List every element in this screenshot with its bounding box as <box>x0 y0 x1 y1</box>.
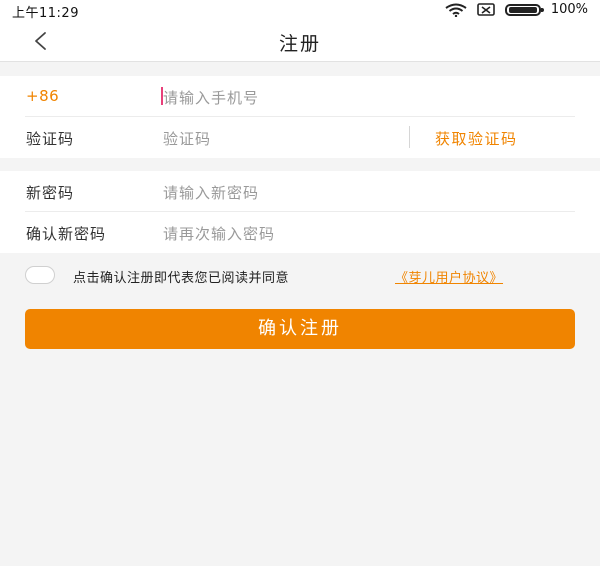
phone-input[interactable]: 请输入手机号 <box>163 87 259 108</box>
code-input[interactable]: 验证码 <box>163 128 211 149</box>
confirm-password-input[interactable]: 请再次输入密码 <box>163 223 275 244</box>
new-password-input[interactable]: 请输入新密码 <box>163 182 259 203</box>
phone-verification-group: +86 请输入手机号 验证码 验证码 获取验证码 <box>0 76 600 158</box>
wifi-icon <box>445 3 467 17</box>
new-password-label: 新密码 <box>26 184 75 202</box>
confirm-password-label: 确认新密码 <box>26 225 107 243</box>
agreement-text: 点击确认注册即代表您已阅读并同意 <box>73 271 290 286</box>
password-group: 新密码 请输入新密码 确认新密码 请再次输入密码 <box>0 171 600 253</box>
sim-card-icon <box>477 3 495 16</box>
confirm-password-row[interactable]: 确认新密码 请再次输入密码 <box>0 212 600 253</box>
page-title: 注册 <box>278 33 321 55</box>
new-password-row[interactable]: 新密码 请输入新密码 <box>0 171 600 212</box>
get-code-button[interactable]: 获取验证码 <box>435 128 518 149</box>
phone-row[interactable]: +86 请输入手机号 <box>0 76 600 117</box>
nav-bar: 注册 <box>0 20 600 62</box>
code-row[interactable]: 验证码 验证码 获取验证码 <box>0 117 600 158</box>
confirm-register-button[interactable]: 确认注册 <box>25 309 575 349</box>
code-divider <box>409 126 410 148</box>
battery-percentage: 100% <box>550 2 588 17</box>
agreement-row: 点击确认注册即代表您已阅读并同意 《芽儿用户协议》 <box>0 262 600 288</box>
agreement-checkbox[interactable] <box>25 266 55 284</box>
user-agreement-link[interactable]: 《芽儿用户协议》 <box>395 267 503 286</box>
battery-icon <box>504 3 544 16</box>
code-label: 验证码 <box>26 130 75 148</box>
status-bar: 上午11:29 100% <box>0 0 600 21</box>
country-code[interactable]: +86 <box>26 87 59 105</box>
status-icons: 100% <box>445 2 588 17</box>
status-time: 上午11:29 <box>12 6 79 21</box>
